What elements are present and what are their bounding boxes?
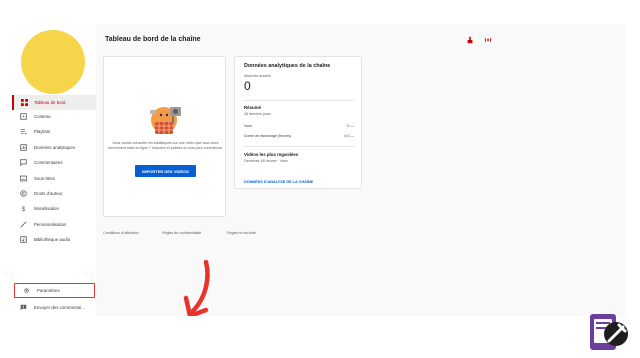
sidebar: Tableau de bord Contenu Playlists Donnée… — [12, 24, 96, 316]
sidebar-item-label: Bibliothèque audio — [34, 237, 71, 242]
sidebar-item-label: Données analytiques — [34, 145, 76, 150]
analytics-card-title: Données analytiques de la chaîne — [244, 63, 331, 69]
sidebar-item-audio-library[interactable]: Bibliothèque audio — [12, 232, 96, 247]
comment-icon — [12, 159, 34, 166]
feedback-icon — [12, 304, 34, 311]
sidebar-item-label: Playlists — [34, 129, 51, 134]
sidebar-item-label: Commentaires — [34, 160, 63, 165]
views-row: Vues 0 — — [244, 124, 354, 128]
upload-card: Vous voulez consulter les statistiques s… — [103, 56, 226, 217]
watch-time-value: 0,0 — — [344, 134, 354, 138]
live-icon[interactable] — [484, 36, 492, 44]
sidebar-item-analytics[interactable]: Données analytiques — [12, 140, 96, 155]
main-content: Tableau de bord de la chaîne Vous voulez… — [96, 24, 626, 316]
sidebar-item-label: Tableau de bord — [34, 100, 66, 105]
dollar-icon: $ — [12, 205, 34, 212]
channel-analytics-card: Données analytiques de la chaîne Abonnés… — [234, 56, 362, 189]
upload-videos-button[interactable]: IMPORTER DES VIDÉOS — [135, 165, 196, 177]
subscribers-count: 0 — [244, 79, 251, 93]
studio-window: Tableau de bord Contenu Playlists Donnée… — [12, 24, 626, 316]
video-library-icon — [12, 113, 34, 120]
sidebar-item-comments[interactable]: Commentaires — [12, 155, 96, 170]
top-videos-period: Dernières 48 heures · Vues — [244, 159, 288, 163]
watch-time-label: Durée de visionnage (heures) — [244, 134, 292, 138]
sidebar-item-label: Personnalisation — [34, 222, 67, 227]
footer-link-terms[interactable]: Conditions d'utilisation — [103, 231, 139, 235]
footer-link-safety[interactable]: Règles et sécurité — [227, 231, 256, 235]
sidebar-item-settings[interactable]: Paramètres — [14, 283, 95, 298]
divider — [244, 146, 354, 147]
copyright-icon — [12, 190, 34, 197]
summary-period: 28 derniers jours — [244, 112, 271, 116]
site-logo — [590, 314, 628, 350]
sidebar-item-monetization[interactable]: $ Monétisation — [12, 201, 96, 216]
dashboard-icon — [14, 99, 34, 106]
analytics-icon — [12, 144, 34, 151]
annotation-arrow — [183, 260, 210, 316]
sidebar-item-dashboard[interactable]: Tableau de bord — [12, 95, 96, 110]
watch-time-row: Durée de visionnage (heures) 0,0 — — [244, 134, 354, 138]
sidebar-item-label: Droits d'auteur — [34, 191, 63, 196]
upload-prompt-text: Vous voulez consulter les statistiques s… — [107, 141, 224, 151]
sidebar-item-label: Paramètres — [37, 288, 60, 293]
upload-illustration — [150, 107, 181, 134]
top-videos-title: Vidéos les plus regardées — [244, 152, 299, 157]
sidebar-item-feedback[interactable]: Envoyer des commentai... — [12, 300, 96, 315]
views-label: Vues — [244, 124, 253, 128]
svg-text:$: $ — [21, 206, 25, 212]
sidebar-item-playlists[interactable]: Playlists — [12, 124, 96, 139]
sidebar-item-content[interactable]: Contenu — [12, 109, 96, 124]
sidebar-item-label: Sous-titres — [34, 176, 55, 181]
divider — [244, 100, 354, 101]
channel-analytics-link[interactable]: DONNÉES D'ANALYSE DE LA CHAÎNE — [244, 180, 313, 184]
page-title: Tableau de bord de la chaîne — [105, 36, 201, 43]
sidebar-item-subtitles[interactable]: Sous-titres — [12, 171, 96, 186]
footer-link-privacy[interactable]: Règles de confidentialité — [162, 231, 201, 235]
views-value: 0 — — [347, 124, 354, 128]
audio-library-icon — [12, 236, 34, 243]
channel-avatar[interactable] — [21, 30, 85, 94]
sidebar-item-copyright[interactable]: Droits d'auteur — [12, 186, 96, 201]
sidebar-item-label: Monétisation — [34, 206, 59, 211]
create-video-icon[interactable] — [466, 36, 474, 44]
subtitles-icon — [12, 175, 34, 182]
magic-wand-icon — [12, 221, 34, 228]
playlist-icon — [12, 128, 34, 135]
sidebar-item-label: Contenu — [34, 114, 51, 119]
sidebar-item-customization[interactable]: Personnalisation — [12, 217, 96, 232]
sidebar-item-label: Envoyer des commentai... — [34, 305, 85, 310]
subscribers-label: Abonnés actuels — [244, 74, 271, 78]
summary-title: Résumé — [244, 105, 262, 110]
gear-icon — [15, 287, 37, 294]
